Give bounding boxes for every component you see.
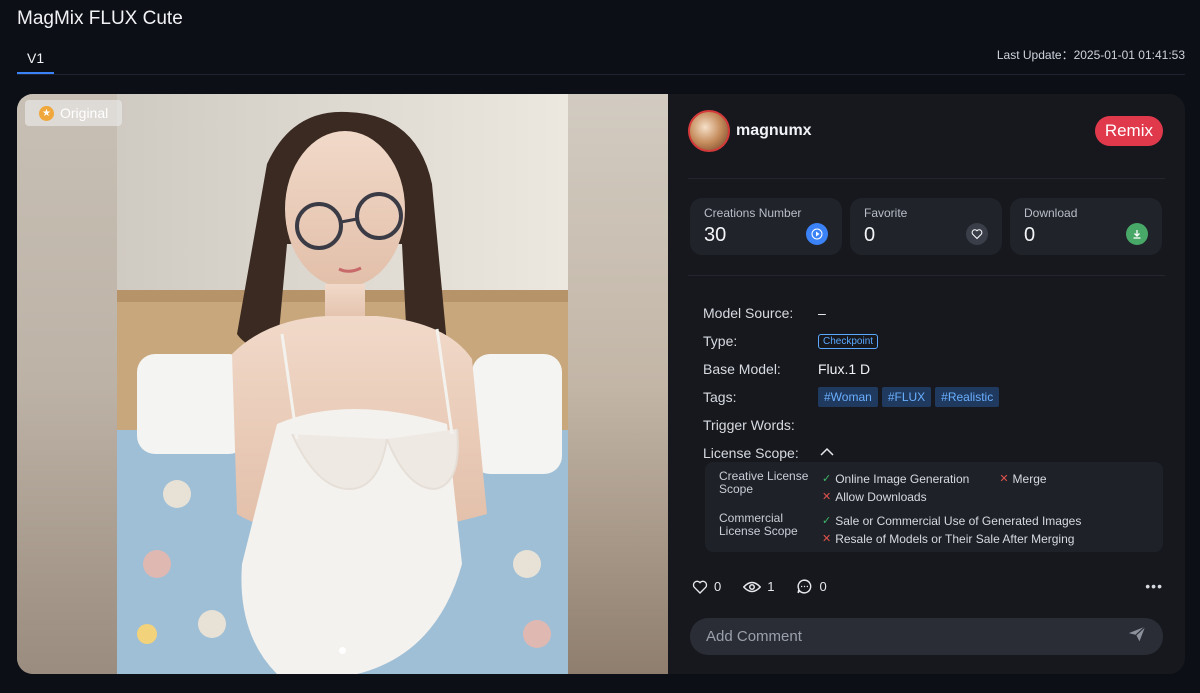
eye-icon	[743, 581, 762, 592]
license-item: ✓ Online Image Generation	[822, 470, 969, 488]
author[interactable]: magnumx	[688, 110, 812, 152]
license-item: ✕ Allow Downloads	[822, 488, 927, 506]
info-panel: magnumx Remix Creations Number 30 Favori…	[668, 94, 1185, 674]
original-badge-label: Original	[60, 105, 109, 121]
stat-label: Favorite	[864, 206, 908, 220]
avatar[interactable]	[688, 110, 730, 152]
type-chip: Checkpoint	[818, 333, 879, 349]
stat-label: Download	[1024, 206, 1078, 220]
check-icon: ✓	[822, 473, 832, 485]
like-button[interactable]: 0	[692, 579, 721, 595]
creative-license-items: ✓ Online Image Generation ✕ Merge ✕ Allow D…	[822, 470, 1149, 506]
view-count: 1	[767, 579, 775, 594]
remix-button[interactable]: Remix	[1094, 116, 1163, 146]
license-item: ✕ Resale of Models or Their Sale After Me…	[822, 530, 1074, 548]
stat-label: Creations Number	[704, 206, 802, 220]
download-icon[interactable]	[1126, 223, 1148, 245]
views: 1	[743, 579, 774, 594]
prop-value: Flux.1 D	[818, 361, 871, 377]
tag-chip[interactable]: #Realistic	[935, 387, 1000, 407]
creative-license: Creative License Scope ✓ Online Image Gen…	[719, 470, 1149, 506]
prop-label: Type:	[703, 333, 738, 349]
version-tabs: V1	[17, 50, 55, 74]
license-scope-panel: Creative License Scope ✓ Online Image Gen…	[705, 462, 1163, 552]
divider	[688, 275, 1165, 276]
check-icon: ✓	[822, 515, 832, 527]
commercial-license-label: Commercial License Scope	[719, 511, 798, 538]
chevron-up-icon[interactable]	[820, 446, 834, 460]
carousel-dot[interactable]	[339, 647, 346, 654]
prop-type: Type: Checkpoint	[703, 327, 1003, 355]
prop-label: Model Source:	[703, 305, 794, 321]
license-item-text: Resale of Models or Their Sale After Mer…	[835, 532, 1075, 546]
comment-box	[690, 618, 1163, 655]
original-badge: ★ Original	[25, 100, 123, 126]
tag-chip[interactable]: #Woman	[818, 387, 878, 407]
comment-input[interactable]	[706, 628, 1127, 645]
play-icon[interactable]	[806, 223, 828, 245]
model-card: ★ Original magnumx Remix Creations Numbe…	[17, 94, 1185, 674]
prop-tags: Tags: #Woman #FLUX #Realistic	[703, 383, 1003, 411]
license-item-text: Allow Downloads	[835, 490, 927, 504]
creative-license-label: Creative License Scope	[719, 469, 809, 496]
heart-icon[interactable]	[966, 223, 988, 245]
prop-model-source: Model Source: –	[703, 299, 1003, 327]
prop-base-model: Base Model: Flux.1 D	[703, 355, 1003, 383]
preview-image-art	[117, 94, 568, 674]
tag-chip[interactable]: #FLUX	[881, 387, 932, 407]
license-item: ✕ Merge	[999, 470, 1046, 488]
star-icon: ★	[39, 105, 54, 121]
divider	[17, 74, 1185, 75]
license-item-text: Online Image Generation	[835, 472, 970, 486]
prop-value: –	[818, 305, 826, 321]
stat-favorite: Favorite 0	[850, 198, 1002, 255]
comment-icon	[797, 579, 812, 594]
commercial-license: Commercial License Scope ✓ Sale or Commer…	[719, 512, 1149, 548]
image-blur-left	[17, 94, 117, 674]
more-icon[interactable]: •••	[1145, 578, 1163, 594]
cross-icon: ✕	[822, 533, 832, 545]
like-count: 0	[714, 579, 722, 594]
commercial-license-items: ✓ Sale or Commercial Use of Generated Ima…	[822, 512, 1149, 548]
license-item-text: Sale or Commercial Use of Generated Imag…	[835, 514, 1082, 528]
comment-count: 0	[819, 579, 827, 594]
stats: Creations Number 30 Favorite 0 Download …	[690, 198, 1162, 255]
stat-creations: Creations Number 30	[690, 198, 842, 255]
image-blur-right	[568, 94, 668, 674]
engagement-actions: 0 1 0	[692, 578, 827, 595]
prop-label: Tags:	[703, 389, 737, 405]
heart-icon	[692, 580, 708, 594]
page-title: MagMix FLUX Cute	[17, 8, 183, 29]
last-update: Last Update：2025-01-01 01:41:53	[996, 48, 1185, 62]
prop-label: Trigger Words:	[703, 417, 795, 433]
comment-button[interactable]: 0	[796, 578, 827, 595]
license-item: ✓ Sale or Commercial Use of Generated Ima…	[822, 512, 1081, 530]
divider	[688, 178, 1165, 179]
license-item-text: Merge	[1012, 472, 1047, 486]
prop-trigger-words: Trigger Words:	[703, 411, 1003, 439]
preview-image[interactable]	[117, 94, 568, 674]
author-name[interactable]: magnumx	[736, 122, 812, 140]
send-icon[interactable]	[1127, 625, 1147, 648]
cross-icon: ✕	[999, 473, 1009, 485]
prop-label: License Scope:	[703, 445, 799, 461]
model-properties: Model Source: – Type: Checkpoint Base Mo…	[703, 299, 1003, 467]
stat-download: Download 0	[1010, 198, 1162, 255]
image-carousel[interactable]: ★ Original	[17, 94, 668, 674]
cross-icon: ✕	[822, 491, 832, 503]
prop-label: Base Model:	[703, 361, 781, 377]
tab-v1[interactable]: V1	[17, 50, 55, 74]
